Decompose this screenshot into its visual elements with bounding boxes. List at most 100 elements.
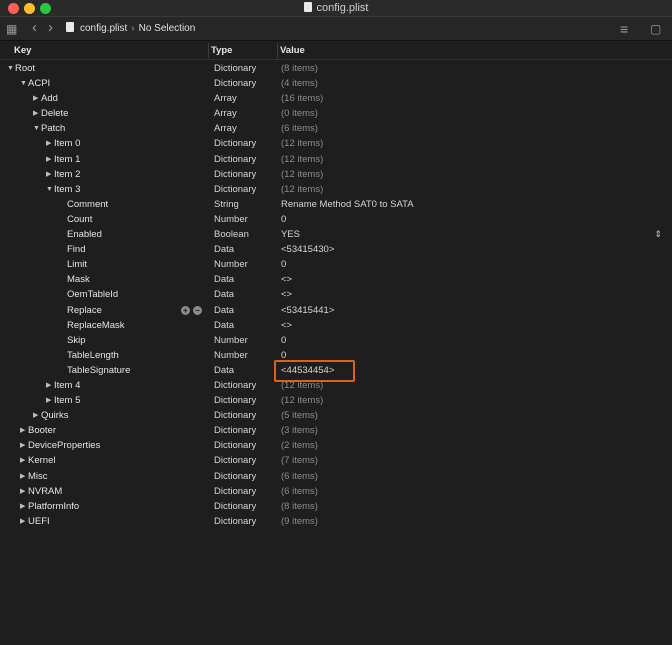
add-item-icon[interactable]: + <box>181 305 190 315</box>
disclosure-closed-icon[interactable]: ▶ <box>20 484 25 499</box>
disclosure-closed-icon[interactable]: ▶ <box>46 152 51 167</box>
row-value[interactable]: (5 items) <box>281 408 318 423</box>
row-value[interactable]: <53415430> <box>281 242 334 257</box>
column-divider[interactable] <box>277 43 278 58</box>
row-value[interactable]: 0 <box>281 212 286 227</box>
disclosure-closed-icon[interactable]: ▶ <box>20 423 25 438</box>
tree-row[interactable]: Count Number 0 <box>0 212 672 227</box>
row-type[interactable]: Data <box>214 363 234 378</box>
row-key[interactable]: Replace <box>67 303 102 318</box>
row-value[interactable]: (12 items) <box>281 393 323 408</box>
row-type[interactable]: Data <box>214 272 234 287</box>
row-type[interactable]: Dictionary <box>214 152 256 167</box>
tree-row[interactable]: ▼ ACPI Dictionary (4 items) <box>0 76 672 91</box>
row-key[interactable]: TableSignature <box>67 363 130 378</box>
row-value[interactable]: <> <box>281 272 292 287</box>
disclosure-open-icon[interactable]: ▼ <box>46 182 53 197</box>
tree-row[interactable]: ▶ Item 1 Dictionary (12 items) <box>0 152 672 167</box>
disclosure-closed-icon[interactable]: ▶ <box>20 514 25 529</box>
breadcrumb-selection[interactable]: No Selection <box>139 23 196 34</box>
text-align-icon[interactable]: ≡ <box>620 21 628 37</box>
row-type[interactable]: Dictionary <box>214 469 256 484</box>
tree-row[interactable]: OemTableId Data <> <box>0 287 672 302</box>
row-value[interactable]: (7 items) <box>281 453 318 468</box>
back-arrow-icon[interactable]: ‹ <box>32 20 37 37</box>
row-key[interactable]: Item 3 <box>54 182 80 197</box>
row-key[interactable]: Limit <box>67 257 87 272</box>
row-key[interactable]: Delete <box>41 106 68 121</box>
row-value[interactable]: <> <box>281 287 292 302</box>
disclosure-closed-icon[interactable]: ▶ <box>20 438 25 453</box>
tree-row[interactable]: ▼ Item 3 Dictionary (12 items) <box>0 182 672 197</box>
tree-row[interactable]: ▶ UEFI Dictionary (9 items) <box>0 514 672 529</box>
row-value[interactable]: (12 items) <box>281 167 323 182</box>
tree-row[interactable]: Mask Data <> <box>0 272 672 287</box>
row-key[interactable]: Find <box>67 242 85 257</box>
tree-row[interactable]: ▶ Item 0 Dictionary (12 items) <box>0 136 672 151</box>
row-key[interactable]: OemTableId <box>67 287 118 302</box>
row-value[interactable]: (6 items) <box>281 469 318 484</box>
row-type[interactable]: Dictionary <box>214 453 256 468</box>
row-value[interactable]: YES <box>281 227 300 242</box>
disclosure-open-icon[interactable]: ▼ <box>20 76 27 91</box>
row-type[interactable]: Dictionary <box>214 76 256 91</box>
row-type[interactable]: Dictionary <box>214 484 256 499</box>
disclosure-closed-icon[interactable]: ▶ <box>20 453 25 468</box>
row-value[interactable]: (6 items) <box>281 484 318 499</box>
tree-row[interactable]: Comment String Rename Method SAT0 to SATA <box>0 197 672 212</box>
breadcrumb-file[interactable]: config.plist <box>80 23 127 34</box>
forward-arrow-icon[interactable]: › <box>48 20 53 37</box>
row-type[interactable]: Boolean <box>214 227 249 242</box>
row-key[interactable]: Quirks <box>41 408 68 423</box>
row-key[interactable]: Booter <box>28 423 56 438</box>
row-type[interactable]: Dictionary <box>214 167 256 182</box>
disclosure-closed-icon[interactable]: ▶ <box>46 393 51 408</box>
row-type[interactable]: Data <box>214 318 234 333</box>
row-key[interactable]: NVRAM <box>28 484 62 499</box>
disclosure-closed-icon[interactable]: ▶ <box>33 91 38 106</box>
row-key[interactable]: Root <box>15 61 35 76</box>
row-value[interactable]: <53415441> <box>281 303 334 318</box>
row-value[interactable]: 0 <box>281 257 286 272</box>
tree-row[interactable]: ▶ Kernel Dictionary (7 items) <box>0 453 672 468</box>
row-type[interactable]: Dictionary <box>214 378 256 393</box>
row-key[interactable]: ReplaceMask <box>67 318 125 333</box>
row-value[interactable]: (0 items) <box>281 106 318 121</box>
row-key[interactable]: Patch <box>41 121 65 136</box>
tree-row[interactable]: Find Data <53415430> <box>0 242 672 257</box>
row-key[interactable]: Item 2 <box>54 167 80 182</box>
row-value[interactable]: (2 items) <box>281 438 318 453</box>
row-value[interactable]: (12 items) <box>281 136 323 151</box>
tree-row[interactable]: ▶ Delete Array (0 items) <box>0 106 672 121</box>
row-type[interactable]: Dictionary <box>214 514 256 529</box>
column-type[interactable]: Type <box>211 45 232 56</box>
tree-row[interactable]: Replace + − Data <53415441> <box>0 303 672 318</box>
disclosure-open-icon[interactable]: ▼ <box>7 61 14 76</box>
row-key[interactable]: Add <box>41 91 58 106</box>
row-value[interactable]: (12 items) <box>281 182 323 197</box>
row-key[interactable]: Misc <box>28 469 48 484</box>
row-type[interactable]: Array <box>214 91 237 106</box>
row-key[interactable]: Item 4 <box>54 378 80 393</box>
disclosure-closed-icon[interactable]: ▶ <box>33 106 38 121</box>
tree-row[interactable]: ▶ Misc Dictionary (6 items) <box>0 469 672 484</box>
row-type[interactable]: Dictionary <box>214 423 256 438</box>
row-key[interactable]: ACPI <box>28 76 50 91</box>
row-type[interactable]: Dictionary <box>214 61 256 76</box>
inspector-icon[interactable]: ▢ <box>650 21 661 37</box>
row-type[interactable]: Dictionary <box>214 408 256 423</box>
disclosure-open-icon[interactable]: ▼ <box>33 121 40 136</box>
row-type[interactable]: Array <box>214 121 237 136</box>
tree-row[interactable]: Enabled Boolean YES ⇕ <box>0 227 672 242</box>
row-value[interactable]: (6 items) <box>281 121 318 136</box>
row-value[interactable]: (8 items) <box>281 61 318 76</box>
row-type[interactable]: String <box>214 197 239 212</box>
row-type[interactable]: Data <box>214 287 234 302</box>
tree-row[interactable]: ▶ NVRAM Dictionary (6 items) <box>0 484 672 499</box>
row-value[interactable]: (8 items) <box>281 499 318 514</box>
tree-row[interactable]: ▶ Booter Dictionary (3 items) <box>0 423 672 438</box>
row-type[interactable]: Dictionary <box>214 499 256 514</box>
row-value[interactable]: 0 <box>281 333 286 348</box>
stepper-icon[interactable]: ⇕ <box>654 227 662 242</box>
disclosure-closed-icon[interactable]: ▶ <box>20 499 25 514</box>
